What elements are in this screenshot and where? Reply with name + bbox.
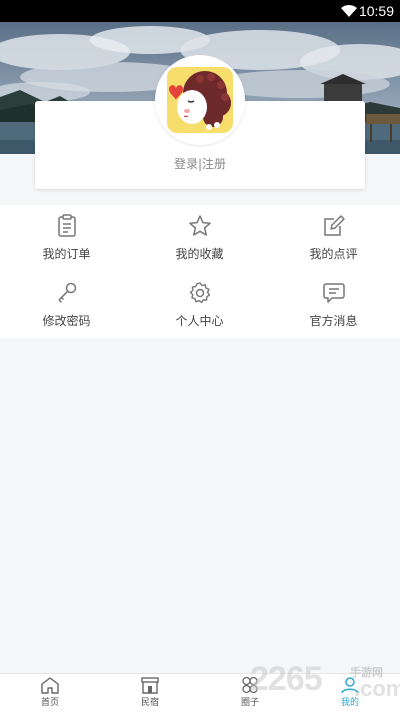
watermark-main: 2265 — [250, 660, 323, 698]
edit-icon — [267, 214, 400, 238]
status-bar: 10:59 — [0, 0, 400, 22]
star-icon — [133, 214, 266, 238]
menu-label-personal-center: 个人中心 — [175, 314, 224, 328]
menu-item-personal-center[interactable]: 个人中心 — [133, 281, 266, 347]
avatar[interactable] — [155, 55, 245, 145]
tab-label-home: 首页 — [40, 698, 59, 708]
watermark-domain: .com — [354, 676, 400, 701]
menu-item-change-password[interactable]: 修改密码 — [0, 281, 133, 347]
menu-grid: 我的订单 我的收藏 我的点评 修改密码 个人中心 官方消息 — [0, 205, 400, 338]
key-icon — [0, 281, 133, 305]
menu-item-reviews[interactable]: 我的点评 — [267, 214, 400, 280]
menu-label-favorites: 我的收藏 — [175, 247, 224, 261]
menu-label-change-password: 修改密码 — [42, 314, 91, 328]
login-register-link[interactable]: 登录|注册 — [35, 155, 365, 172]
message-icon — [267, 281, 400, 305]
menu-label-reviews: 我的点评 — [309, 247, 358, 261]
tab-label-homestay: 民宿 — [140, 698, 159, 708]
gear-icon — [133, 281, 266, 305]
home-icon — [0, 676, 100, 694]
menu-label-orders: 我的订单 — [42, 247, 91, 261]
menu-label-official-messages: 官方消息 — [309, 314, 358, 328]
wifi-icon — [340, 3, 358, 22]
status-time: 10:59 — [358, 3, 394, 19]
tab-homestay[interactable]: 民宿 — [100, 676, 200, 708]
shop-icon — [100, 676, 200, 694]
clipboard-icon — [0, 214, 133, 238]
watermark: 2265 手游网 .com — [250, 660, 400, 701]
tab-home[interactable]: 首页 — [0, 676, 100, 708]
menu-item-official-messages[interactable]: 官方消息 — [267, 281, 400, 347]
menu-item-orders[interactable]: 我的订单 — [0, 214, 133, 280]
menu-item-favorites[interactable]: 我的收藏 — [133, 214, 266, 280]
